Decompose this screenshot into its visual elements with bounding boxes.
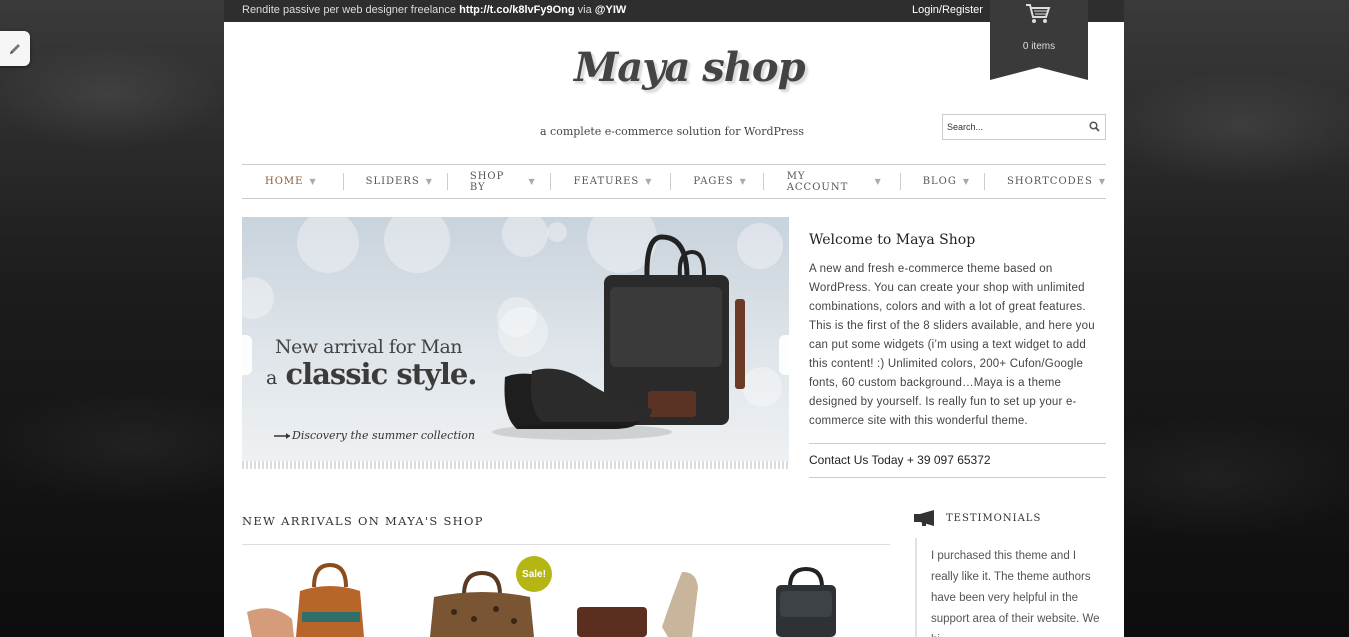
product-image-handbag — [247, 562, 364, 637]
product-thumbnail[interactable] — [736, 557, 886, 637]
nav-label: SLIDERS — [365, 176, 420, 187]
chevron-down-icon: ▼ — [528, 177, 536, 186]
slider-headline-prefix: a — [266, 367, 277, 389]
top-bar: Rendite passive per web designer freelan… — [224, 0, 1124, 22]
new-arrivals-heading: NEW ARRIVALS ON MAYA'S SHOP — [242, 514, 484, 528]
welcome-title: Welcome to Maya Shop — [809, 232, 976, 248]
login-register-link[interactable]: Login/Register — [912, 4, 983, 16]
site-tagline: a complete e-commerce solution for WordP… — [540, 125, 804, 138]
contact-info: Contact Us Today + 39 097 65372 — [809, 443, 1106, 478]
product-image-heels-and-clutch — [577, 571, 698, 637]
nav-item-shop-by[interactable]: SHOP BY ▼ — [470, 165, 536, 198]
search-input[interactable] — [947, 116, 1085, 138]
chevron-down-icon: ▼ — [962, 177, 971, 186]
nav-label: HOME — [265, 176, 304, 187]
chevron-down-icon: ▼ — [739, 177, 747, 186]
hero-slider[interactable]: New arrival for Man a classic style. Dis… — [242, 217, 789, 461]
slider-discovery-link[interactable]: Discovery the summer collection — [266, 429, 475, 442]
edit-tab[interactable] — [0, 31, 30, 66]
page-wrapper: Rendite passive per web designer freelan… — [224, 0, 1124, 637]
ticker-text: Rendite passive per web designer freelan… — [242, 4, 457, 16]
nav-label: BLOG — [922, 176, 957, 187]
nav-separator — [342, 173, 344, 190]
search-icon[interactable] — [1089, 121, 1100, 132]
product-image-messenger-bag — [776, 566, 836, 637]
twitter-ticker: Rendite passive per web designer freelan… — [242, 4, 626, 16]
pencil-icon — [10, 43, 20, 54]
slider-headline-large: a classic style. — [266, 357, 477, 391]
nav-item-shortcodes[interactable]: SHORTCODES ▼ — [1007, 165, 1106, 198]
slider-headline-main: classic style. — [285, 357, 477, 391]
nav-item-blog[interactable]: BLOG ▼ — [923, 165, 970, 198]
megaphone-icon — [914, 510, 934, 526]
chevron-down-icon: ▼ — [425, 177, 433, 186]
testimonial-quote: I purchased this theme and I really like… — [915, 538, 1105, 637]
chevron-down-icon: ▼ — [874, 177, 882, 186]
nav-item-sliders[interactable]: SLIDERS ▼ — [366, 165, 433, 198]
slider-prev-arrow[interactable] — [242, 335, 252, 375]
welcome-body: A new and fresh e-commerce theme based o… — [809, 263, 1095, 427]
nav-separator — [446, 173, 448, 190]
nav-label: SHOP BY — [469, 170, 505, 193]
main-navigation: HOME ▼ SLIDERS ▼ SHOP BY ▼ FEATURES ▼ PAGES ▼… — [242, 164, 1106, 199]
product-thumbnail[interactable] — [242, 557, 392, 637]
nav-label: PAGES — [693, 176, 734, 187]
ticker-via: via — [577, 4, 592, 16]
nav-label: FEATURES — [573, 176, 640, 187]
ticker-handle[interactable]: @YIW — [595, 4, 627, 16]
nav-separator — [549, 173, 551, 190]
testimonials-title: TESTIMONIALS — [946, 512, 1042, 524]
chevron-down-icon: ▼ — [645, 177, 653, 186]
chevron-down-icon: ▼ — [309, 177, 317, 186]
nav-label: SHORTCODES — [1007, 176, 1093, 187]
testimonials-heading: TESTIMONIALS — [914, 510, 1041, 526]
chevron-down-icon: ▼ — [1098, 177, 1106, 186]
nav-separator — [984, 173, 985, 190]
nav-separator — [899, 173, 901, 190]
slider-next-arrow[interactable] — [779, 335, 789, 375]
site-logo[interactable]: Maya shop — [574, 44, 806, 91]
product-thumbnail[interactable] — [572, 557, 722, 637]
nav-item-pages[interactable]: PAGES ▼ — [693, 165, 746, 198]
nav-item-features[interactable]: FEATURES ▼ — [574, 165, 653, 198]
nav-item-my-account[interactable]: MY ACCOUNT ▼ — [787, 165, 882, 198]
divider — [242, 544, 890, 545]
cart-widget[interactable]: 0 items — [990, 0, 1088, 80]
slider-headline: New arrival for Man — [275, 336, 463, 358]
welcome-widget: Welcome to Maya Shop A new and fresh e-c… — [809, 232, 1106, 478]
nav-separator — [762, 173, 764, 190]
sale-badge: Sale! — [516, 556, 552, 592]
cart-items-count: 0 items — [1022, 41, 1056, 52]
slider-bottom-border — [242, 461, 789, 469]
ticker-link[interactable]: http://t.co/k8lvFy9Ong — [459, 4, 575, 16]
nav-separator — [670, 173, 672, 190]
nav-item-home[interactable]: HOME ▼ — [265, 165, 317, 198]
cart-icon — [1026, 4, 1051, 23]
nav-label: MY ACCOUNT — [786, 170, 849, 193]
search-box — [942, 114, 1106, 140]
